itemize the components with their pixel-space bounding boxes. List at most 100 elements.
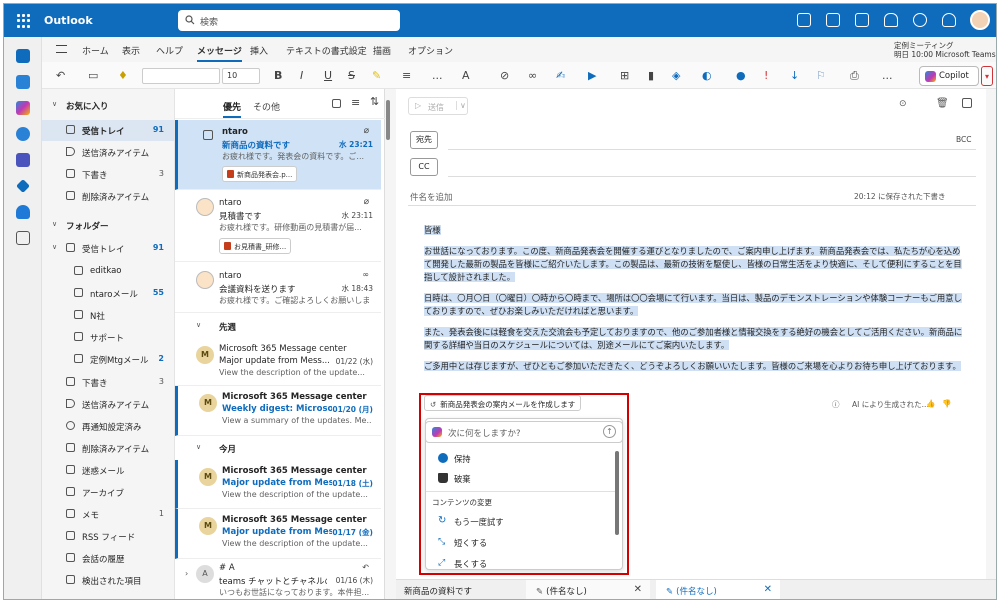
apps-icon[interactable]: ◈ — [672, 69, 680, 82]
bell-icon[interactable] — [884, 13, 898, 27]
chevron-down-icon[interactable]: ∨ — [456, 101, 466, 110]
tab-other[interactable]: その他 — [253, 100, 280, 113]
sidebar-item-conversation-history[interactable]: 会話の履歴 — [42, 548, 174, 569]
checkbox-icon[interactable] — [203, 130, 213, 140]
todo-icon[interactable] — [16, 179, 30, 193]
signature-icon[interactable]: ✍ — [556, 69, 565, 82]
more-apps-icon[interactable] — [16, 231, 30, 245]
gear-icon[interactable] — [913, 13, 927, 27]
font-family-select[interactable] — [142, 68, 220, 84]
cc-button[interactable]: CC — [410, 158, 438, 176]
sidebar-item-support[interactable]: サポート — [42, 327, 174, 348]
sidebar-item-junk[interactable]: 迷惑メール — [42, 460, 174, 481]
chart-icon[interactable]: ▮ — [648, 69, 654, 82]
tab-message[interactable]: メッセージ — [197, 44, 242, 62]
draft-tab-3[interactable]: ✎ (件名なし) ✕ — [656, 580, 780, 599]
teams-app-icon[interactable] — [16, 153, 30, 167]
sidebar-item-inbox-folder[interactable]: ∨ 受信トレイ 91 — [42, 238, 174, 259]
tab-options[interactable]: オプション — [408, 44, 453, 57]
tab-help[interactable]: ヘルプ — [156, 44, 183, 57]
list-scrollbar[interactable] — [386, 100, 390, 140]
popout-icon[interactable] — [962, 98, 972, 108]
sidebar-item-n-company[interactable]: N社 — [42, 305, 174, 326]
overflow-button[interactable]: ... — [882, 69, 893, 82]
tab-view[interactable]: 表示 — [122, 44, 140, 57]
sidebar-item-snoozed[interactable]: 再通知設定済み — [42, 416, 174, 437]
low-importance-icon[interactable]: ↓ — [790, 69, 799, 82]
underline-button[interactable]: U — [324, 69, 332, 82]
close-icon[interactable]: ✕ — [764, 584, 772, 595]
trash-icon[interactable]: 🗑 — [936, 98, 949, 109]
sidebar-item-archive[interactable]: アーカイブ — [42, 482, 174, 503]
teams-icon[interactable] — [826, 13, 840, 27]
list-item[interactable]: ntaro 会議資料を送ります 水 18:43 ∞ お疲れ様です。ご確認よろしく… — [175, 263, 381, 313]
tab-focused[interactable]: 優先 — [223, 100, 242, 118]
clipboard-icon[interactable]: ▭ — [88, 69, 98, 82]
list-item[interactable]: M Microsoft 365 Message center Major upd… — [175, 338, 381, 386]
sidebar-item-notes[interactable]: メモ 1 — [42, 504, 174, 525]
sort-icon[interactable]: ⇅ — [370, 95, 379, 108]
tab-format-text[interactable]: テキストの書式設定 — [286, 44, 367, 57]
list-item[interactable]: ntaro 見積書です 水 23:11 ⌀ お疲れ様です。研修動画の見積書が届.… — [175, 190, 381, 262]
table-icon[interactable]: ⊞ — [620, 69, 629, 82]
meet-now-icon[interactable] — [797, 13, 811, 27]
onedrive-icon[interactable] — [16, 205, 30, 219]
search-box[interactable]: 検索 — [178, 10, 400, 31]
group-header-last-week[interactable]: ∨ 先週 — [175, 314, 381, 338]
sidebar-item-sent[interactable]: 送信済みアイテム — [42, 142, 174, 163]
more-format-button[interactable]: ... — [432, 69, 443, 82]
list-item[interactable]: M Microsoft 365 Message center Major upd… — [175, 509, 381, 559]
attachment-chip[interactable]: 新商品発表会.p... — [222, 166, 298, 182]
list-item[interactable]: ntaro 新商品の資料です 水 23:21 ⌀ お疲れ様です。発表会の資料です… — [175, 120, 381, 190]
format-painter-icon[interactable]: ♦ — [118, 69, 128, 82]
avatar[interactable] — [970, 10, 990, 30]
bcc-button[interactable]: BCC — [956, 135, 972, 144]
draft-tab-2[interactable]: ✎ (件名なし) ✕ — [526, 580, 650, 599]
importance-icon[interactable]: ! — [764, 69, 768, 82]
tab-insert[interactable]: 挿入 — [250, 44, 268, 57]
tab-home[interactable]: ホーム — [82, 44, 109, 57]
info-icon[interactable]: ⊙ — [899, 99, 907, 109]
undo-icon[interactable]: ↶ — [56, 69, 65, 82]
sidebar-item-mtg[interactable]: 定例Mtgメール 2 — [42, 349, 174, 370]
chevron-right-icon[interactable]: › — [185, 569, 188, 578]
attachment-chip[interactable]: お見積書_研修... — [219, 238, 292, 254]
tab-draw[interactable]: 描画 — [373, 44, 391, 57]
thumbs-up-icon[interactable]: 👍 — [926, 399, 935, 408]
copilot-icon[interactable] — [16, 101, 30, 115]
sidebar-item-deleted-2[interactable]: 削除済みアイテム — [42, 438, 174, 459]
strikethrough-button[interactable]: S — [348, 69, 355, 82]
video-icon[interactable]: ▶ — [588, 69, 596, 82]
close-icon[interactable]: ✕ — [634, 584, 642, 595]
print-icon[interactable]: ⎙ — [850, 69, 859, 83]
list-item[interactable]: › A # A teams チャットとチャネルの... 01/16 (木) ↶ … — [175, 559, 381, 599]
draft-tab-1[interactable]: 新商品の資料です — [396, 580, 520, 599]
info-icon[interactable]: ⓘ — [832, 399, 840, 410]
subject-input[interactable]: 件名を追加 — [410, 191, 453, 203]
copilot-dropdown-icon[interactable]: ▾ — [981, 66, 993, 86]
bold-button[interactable]: B — [274, 69, 282, 82]
sensitivity-icon[interactable]: ⚐ — [816, 69, 826, 82]
thumbs-down-icon[interactable]: 👎 — [942, 399, 951, 408]
sidebar-item-drafts-2[interactable]: 下書き 3 — [42, 372, 174, 393]
select-icon[interactable] — [332, 99, 341, 108]
filter-icon[interactable]: ≡ — [351, 96, 360, 109]
send-button[interactable]: ▷ 送信 ∨ — [408, 97, 468, 115]
sidebar-item-deleted[interactable]: 削除済みアイテム — [42, 186, 174, 207]
folders-header[interactable]: ∨ フォルダー — [42, 215, 174, 236]
sidebar-item-drafts[interactable]: 下書き 3 — [42, 164, 174, 185]
mail-icon[interactable] — [16, 49, 30, 63]
attach-icon[interactable]: ⊘ — [500, 69, 509, 82]
feedback-icon[interactable] — [855, 13, 869, 27]
bullets-icon[interactable]: ≡ — [402, 69, 411, 82]
sidebar-item-rss[interactable]: RSS フィード — [42, 526, 174, 547]
group-header-this-month[interactable]: ∨ 今月 — [175, 436, 381, 460]
italic-button[interactable]: I — [300, 69, 303, 82]
list-item[interactable]: M Microsoft 365 Message center Weekly di… — [175, 386, 381, 436]
people-icon[interactable] — [16, 127, 30, 141]
copilot-button[interactable]: Copilot — [919, 66, 979, 86]
loop-icon[interactable]: ◐ — [702, 69, 712, 82]
font-size-select[interactable]: 10 — [222, 68, 260, 84]
sidebar-item-detected[interactable]: 検出された項目 — [42, 570, 174, 591]
link-icon[interactable]: ∞ — [528, 69, 537, 82]
